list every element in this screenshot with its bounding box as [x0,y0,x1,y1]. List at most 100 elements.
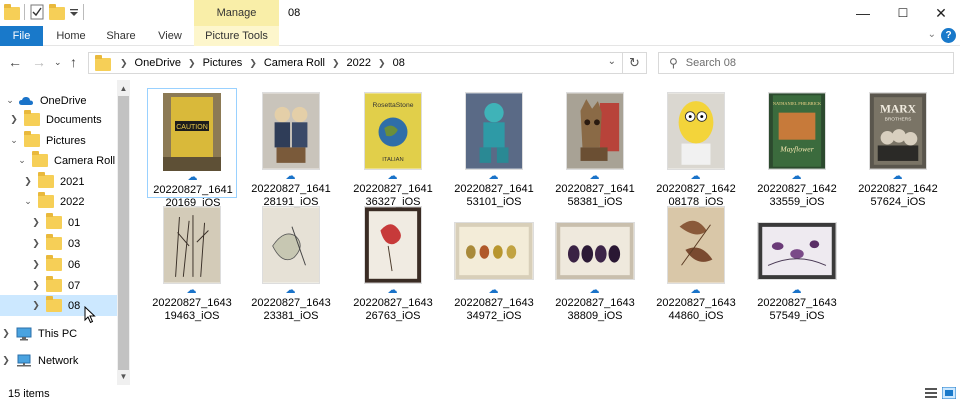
file-item[interactable]: ☁20220827_1643 26763_iOS [348,202,438,322]
chevron-down-icon[interactable]: ⌄ [4,95,16,106]
file-item[interactable]: ☁20220827_1643 23381_iOS [246,202,336,322]
nav-scrollbar-thumb[interactable] [118,96,129,370]
nav-item-2021[interactable]: ❯ 2021 [22,171,84,192]
close-button[interactable]: ✕ [918,0,960,26]
nav-item-08[interactable]: ❯ 08 [0,295,117,316]
photo-thumbnail [667,92,725,170]
nav-item-07[interactable]: ❯ 07 [30,275,80,296]
refresh-button[interactable]: ↻ [623,52,647,74]
new-folder-icon[interactable] [49,4,65,20]
photo-thumbnail [757,222,837,280]
recent-locations-icon[interactable]: ⌄ [54,57,62,68]
nav-label: Pictures [46,134,86,147]
up-arrow-icon[interactable]: ↑ [70,54,77,70]
file-item[interactable]: ☁20220827_1643 38809_iOS [550,202,640,322]
breadcrumb-2022[interactable]: 2022 [347,57,371,69]
nav-item-2022[interactable]: ⌄ 2022 [22,191,84,212]
chevron-right-icon[interactable]: ❯ [30,238,42,249]
nav-item-network[interactable]: ❯ Network [0,350,78,371]
file-item[interactable]: ☁20220827_1643 44860_iOS [651,202,741,322]
breadcrumb-camera-roll[interactable]: Camera Roll [264,57,325,69]
chevron-right-icon[interactable]: ❯ [0,355,12,366]
chevron-right-icon[interactable]: ❯ [120,58,128,69]
chevron-right-icon[interactable]: ❯ [188,58,196,69]
nav-item-camera-roll[interactable]: ⌄ Camera Roll [16,150,115,171]
address-bar[interactable]: ❯ OneDrive ❯ Pictures ❯ Camera Roll ❯ 20… [88,52,623,74]
chevron-right-icon[interactable]: ❯ [249,58,257,69]
nav-label: Documents [46,113,102,126]
tab-file[interactable]: File [0,26,43,46]
folder-icon [46,276,62,292]
file-item[interactable]: ☁20220827_1643 19463_iOS [147,202,237,322]
cloud-icon: ☁ [387,285,398,296]
chevron-down-icon[interactable]: ⌄ [22,196,34,207]
chevron-right-icon[interactable]: ❯ [30,300,42,311]
photo-thumbnail [454,222,534,280]
file-item[interactable]: ☁20220827_1643 34972_iOS [449,202,539,322]
photo-thumbnail [566,92,624,170]
scroll-down-icon[interactable]: ▼ [117,370,130,384]
photo-thumbnail [262,92,320,170]
chevron-down-icon[interactable]: ⌄ [928,29,936,40]
nav-label: 08 [68,299,81,312]
nav-item-onedrive[interactable]: ⌄ OneDrive [4,90,86,111]
chevron-right-icon[interactable]: ❯ [22,176,34,187]
breadcrumb-08[interactable]: 08 [393,57,405,69]
file-item[interactable]: CAUTION ☁20220827_1641 20169_iOS [147,88,237,209]
folder-icon [38,172,54,188]
nav-item-06[interactable]: ❯ 06 [30,254,80,275]
nav-label: 2021 [60,175,85,188]
file-name: ☁20220827_1643 26763_iOS [353,285,433,322]
file-item[interactable]: ☁20220827_1642 08178_iOS [651,88,741,208]
address-row: ← → ⌄ ↑ ❯ OneDrive ❯ Pictures ❯ Camera R… [0,46,960,80]
file-item[interactable]: ☁20220827_1641 53101_iOS [449,88,539,208]
address-dropdown-icon[interactable]: ⌄ [608,56,616,67]
back-arrow-icon[interactable]: ← [8,54,22,70]
chevron-right-icon[interactable]: ❯ [332,58,340,69]
file-item[interactable]: MARX BROTHERS ☁20220827_1642 57624_iOS [853,88,943,208]
file-name: ☁20220827_1643 38809_iOS [555,285,635,322]
help-button[interactable]: ? [941,28,956,43]
manage-tab[interactable]: Manage [194,0,279,26]
photo-thumbnail [667,206,725,284]
details-view-icon[interactable] [924,387,938,399]
tab-picture-tools[interactable]: Picture Tools [194,26,279,46]
tab-home[interactable]: Home [50,26,92,46]
forward-arrow-icon[interactable]: → [32,54,46,70]
file-item[interactable]: NATHANIEL PHILBRICK Mayflower ☁20220827_… [752,88,842,208]
search-input[interactable]: ⚲ Search 08 [658,52,954,74]
breadcrumb-onedrive[interactable]: OneDrive [135,57,181,69]
photo-thumbnail [163,206,221,284]
large-icons-view-icon[interactable] [942,387,956,399]
file-item[interactable]: ☁20220827_1641 28191_iOS [246,88,336,208]
tab-view[interactable]: View [150,26,190,46]
chevron-right-icon[interactable]: ❯ [8,114,20,125]
properties-icon[interactable] [29,4,45,20]
file-item[interactable]: RosettaStone ITALIAN ☁20220827_1641 36327… [348,88,438,208]
chevron-down-icon[interactable]: ⌄ [8,135,20,146]
nav-item-pictures[interactable]: ⌄ Pictures [8,130,86,151]
breadcrumb-pictures[interactable]: Pictures [203,57,243,69]
customize-toolbar-icon[interactable] [69,4,79,20]
nav-item-03[interactable]: ❯ 03 [30,233,80,254]
file-item[interactable]: ☁20220827_1643 57549_iOS [752,202,842,322]
chevron-right-icon[interactable]: ❯ [0,328,12,339]
scroll-up-icon[interactable]: ▲ [117,82,130,96]
chevron-right-icon[interactable]: ❯ [30,280,42,291]
nav-label: 07 [68,279,81,292]
computer-icon [16,327,32,340]
tab-share[interactable]: Share [100,26,142,46]
chevron-right-icon[interactable]: ❯ [378,58,386,69]
chevron-down-icon[interactable]: ⌄ [16,155,28,166]
chevron-right-icon[interactable]: ❯ [30,217,42,228]
quick-access-toolbar [4,4,84,20]
file-item[interactable]: ☁20220827_1641 58381_iOS [550,88,640,208]
marx-sub-text: BROTHERS [885,116,912,122]
rosetta-text: RosettaStone [373,102,414,109]
nav-item-01[interactable]: ❯ 01 [30,212,80,233]
nav-item-documents[interactable]: ❯ Documents [8,109,102,130]
mouse-cursor-icon [84,306,96,324]
book-title-text: Mayflower [779,144,814,153]
chevron-right-icon[interactable]: ❯ [30,259,42,270]
nav-item-this-pc[interactable]: ❯ This PC [0,323,77,344]
